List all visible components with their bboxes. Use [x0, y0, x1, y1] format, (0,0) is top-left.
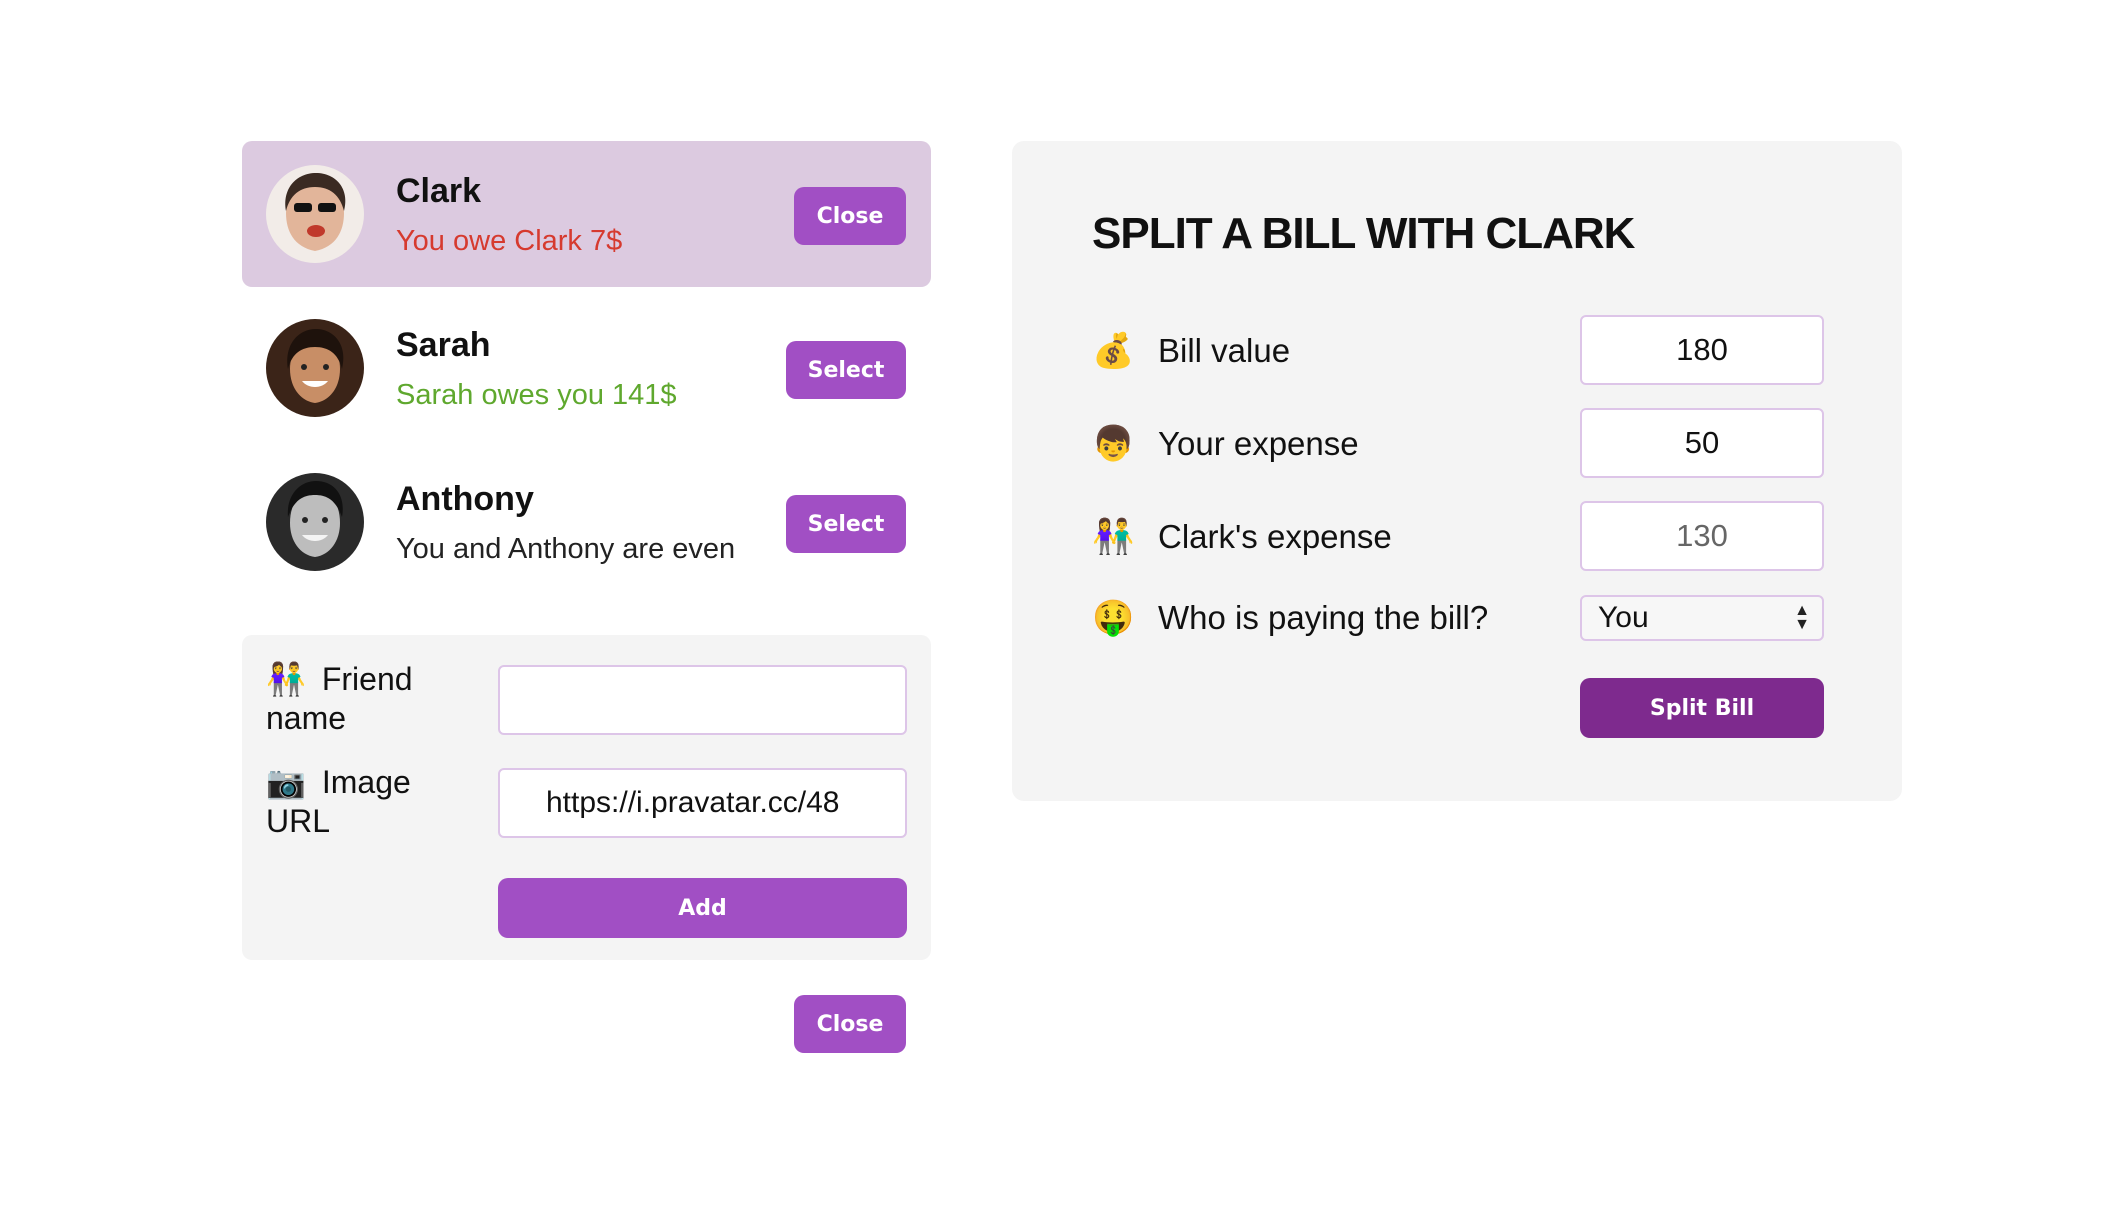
- friend-balance: You and Anthony are even: [396, 533, 736, 565]
- friend-balance: You owe Clark 7$: [396, 225, 623, 257]
- avatar: [266, 165, 364, 263]
- image-url-input[interactable]: [498, 768, 907, 838]
- friend-balance: Sarah owes you 141$: [396, 379, 677, 411]
- payer-selected-value: You: [1598, 601, 1649, 634]
- close-button[interactable]: Close: [794, 187, 906, 245]
- friend-name: Anthony: [396, 480, 534, 518]
- couple-icon: 👫: [266, 661, 306, 697]
- add-friend-form: 👫Friend name 📷Image URL Add: [242, 635, 931, 960]
- friend-name: Sarah: [396, 326, 491, 364]
- avatar: [266, 319, 364, 417]
- select-arrows-icon: ▲ ▼: [1794, 602, 1810, 633]
- your-expense-row: 👦 Your expense: [1092, 414, 1359, 474]
- payer-select[interactable]: You ▲ ▼: [1580, 595, 1824, 641]
- boy-icon: 👦: [1092, 425, 1135, 463]
- split-title: SPLIT A BILL WITH CLARK: [1092, 209, 1635, 258]
- payer-label: Who is paying the bill?: [1158, 599, 1489, 636]
- eat-n-split-app: Clark You owe Clark 7$ Close Sarah Sarah…: [0, 0, 2128, 1216]
- your-expense-input[interactable]: [1580, 408, 1824, 478]
- bill-value-label: Bill value: [1158, 332, 1291, 369]
- split-bill-form: SPLIT A BILL WITH CLARK 💰 Bill value 👦 Y…: [1012, 141, 1902, 801]
- friend-name-label: 👫 Friend name: [266, 661, 413, 736]
- friend-item-anthony: Anthony You and Anthony are even Select: [242, 449, 931, 595]
- friend-name: Clark: [396, 172, 482, 210]
- friend-expense-row: 👫 Clark's expense: [1092, 507, 1392, 567]
- your-expense-label: Your expense: [1158, 425, 1359, 462]
- avatar: [266, 473, 364, 571]
- friend-item-clark: Clark You owe Clark 7$ Close: [242, 141, 931, 287]
- money-bag-icon: 💰: [1092, 332, 1135, 370]
- close-form-button[interactable]: Close: [794, 995, 906, 1053]
- bill-value-row: 💰 Bill value: [1092, 321, 1290, 381]
- friend-expense-input: [1580, 501, 1824, 571]
- add-friend-button[interactable]: Add: [498, 878, 907, 938]
- select-button[interactable]: Select: [786, 495, 906, 553]
- friend-item-sarah: Sarah Sarah owes you 141$ Select: [242, 295, 931, 441]
- friend-expense-label: Clark's expense: [1158, 518, 1392, 555]
- friends-list: Clark You owe Clark 7$ Close Sarah Sarah…: [242, 141, 931, 603]
- select-button[interactable]: Select: [786, 341, 906, 399]
- camera-icon: 📷: [266, 764, 306, 800]
- money-mouth-face-icon: 🤑: [1092, 599, 1135, 637]
- image-url-label: 📷 Image URL: [266, 764, 411, 839]
- split-bill-button[interactable]: Split Bill: [1580, 678, 1824, 738]
- couple-icon: 👫: [1092, 518, 1135, 556]
- friend-name-input[interactable]: [498, 665, 907, 735]
- payer-row: 🤑 Who is paying the bill?: [1092, 588, 1488, 648]
- bill-value-input[interactable]: [1580, 315, 1824, 385]
